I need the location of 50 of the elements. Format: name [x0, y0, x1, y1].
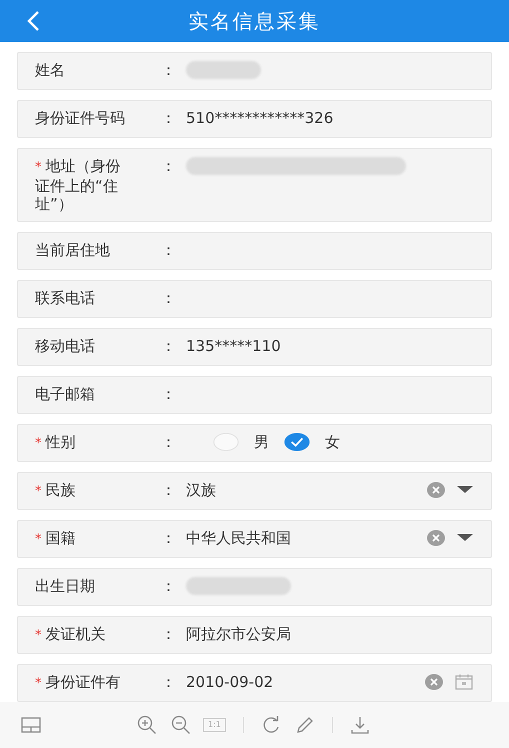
layout-icon[interactable] — [21, 717, 41, 733]
dropdown-icon[interactable] — [457, 486, 473, 494]
field-label: 出生日期 — [35, 577, 96, 595]
colon: ： — [161, 673, 176, 691]
colon: ： — [161, 433, 176, 451]
colon: ： — [161, 109, 176, 127]
radio-label[interactable]: 男 — [254, 433, 269, 451]
colon: ： — [161, 241, 176, 259]
field-label: 身份证件号码 — [35, 109, 126, 127]
zoom-out-icon[interactable] — [171, 715, 191, 735]
colon: ： — [161, 481, 176, 499]
field-label: 电子邮箱 — [35, 385, 96, 403]
colon: ： — [161, 289, 176, 307]
clear-icon[interactable] — [427, 530, 445, 546]
pencil-icon[interactable] — [294, 715, 315, 735]
colon: ： — [161, 337, 176, 355]
field-label: * 国籍 — [35, 529, 76, 549]
field-label: 姓名 — [35, 61, 66, 79]
field-value: 2010-09-02 — [186, 673, 274, 691]
download-icon[interactable] — [350, 715, 370, 735]
clear-icon[interactable] — [427, 482, 445, 498]
field-label: * 性别 — [35, 433, 76, 453]
field-label: 联系电话 — [35, 289, 96, 307]
calendar-icon[interactable] — [455, 674, 473, 690]
radio-unchecked-icon[interactable] — [212, 433, 240, 451]
colon: ： — [161, 385, 176, 403]
field-label: * 地址（身份证件上的“住址”） — [35, 157, 122, 213]
field-label: * 发证机关 — [35, 625, 106, 645]
zoom-in-icon[interactable] — [137, 715, 157, 735]
field-label: * 民族 — [35, 481, 76, 501]
colon: ： — [161, 157, 176, 175]
colon: ： — [161, 625, 176, 643]
field-label: * 身份证件有 — [35, 673, 122, 693]
field-label: 当前居住地 — [35, 241, 111, 259]
field-value: 中华人民共和国 — [186, 529, 292, 547]
dropdown-icon[interactable] — [457, 534, 473, 542]
field-value: 510************326 — [186, 109, 334, 127]
colon: ： — [161, 529, 176, 547]
radio-checked-icon[interactable] — [283, 433, 311, 451]
page-title: 实名信息采集 — [188, 8, 320, 35]
field-value: 135*****110 — [186, 337, 281, 355]
back-icon — [26, 10, 40, 32]
field-value: 阿拉尔市公安局 — [186, 625, 291, 643]
colon: ： — [161, 577, 176, 595]
field-label: 移动电话 — [35, 337, 96, 355]
radio-label[interactable]: 女 — [325, 433, 340, 451]
colon: ： — [161, 61, 176, 79]
clear-icon[interactable] — [425, 674, 443, 690]
field-value: 汉族 — [186, 481, 217, 499]
rotate-icon[interactable] — [260, 715, 281, 735]
